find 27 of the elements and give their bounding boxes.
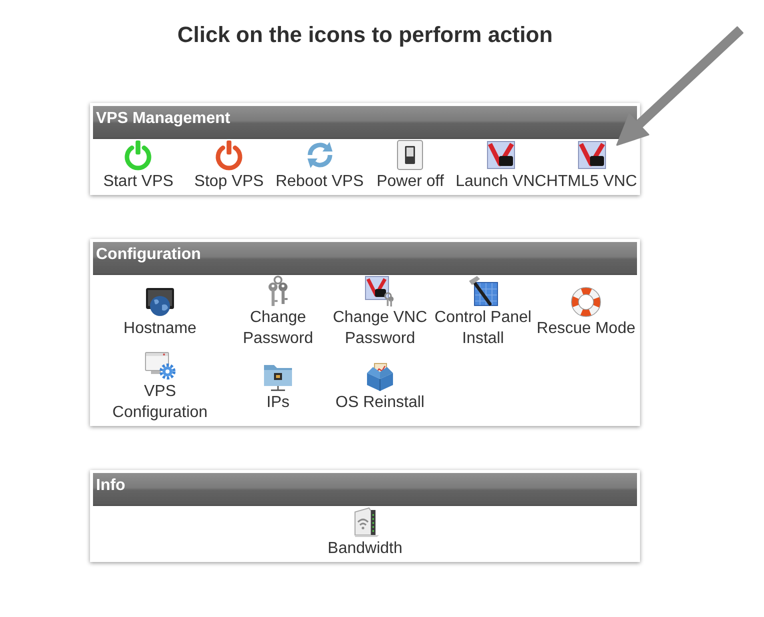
action-link[interactable]: Reboot VPS (276, 139, 364, 192)
action-link[interactable]: Power off (376, 139, 444, 192)
action-link[interactable]: Control Panel Install (431, 275, 535, 349)
action-link[interactable]: Launch VNC (456, 139, 546, 192)
hammer-blueprint-icon (467, 275, 499, 307)
action-link[interactable]: Change VNC Password (329, 275, 431, 349)
v-logo-keys-icon (364, 275, 396, 307)
lifebuoy-icon (570, 286, 602, 318)
action-link[interactable]: IPs (262, 360, 294, 412)
action-link[interactable]: Stop VPS (194, 139, 264, 192)
action-link[interactable]: Rescue Mode (536, 286, 636, 338)
action-link[interactable]: HTML5 VNC (546, 139, 637, 192)
action-link[interactable]: VPS Configuration (108, 349, 212, 423)
action-link[interactable]: Hostname (124, 286, 196, 338)
v-logo-icon (576, 139, 608, 171)
panel-header: VPS Management (93, 106, 637, 139)
v-logo-icon (484, 139, 517, 171)
action-link[interactable]: Start VPS (103, 139, 174, 192)
action-link[interactable]: OS Reinstall (336, 360, 424, 412)
action-link[interactable]: Bandwidth (328, 506, 402, 559)
power-icon (122, 139, 154, 171)
action-link[interactable]: Change Password (227, 275, 329, 349)
panel-header: Info (93, 473, 637, 506)
monitor-globe-icon (144, 286, 176, 318)
window-gear-icon (144, 349, 176, 381)
page-heading: Click on the icons to perform action (177, 22, 553, 48)
panel-header: Configuration (93, 242, 637, 275)
